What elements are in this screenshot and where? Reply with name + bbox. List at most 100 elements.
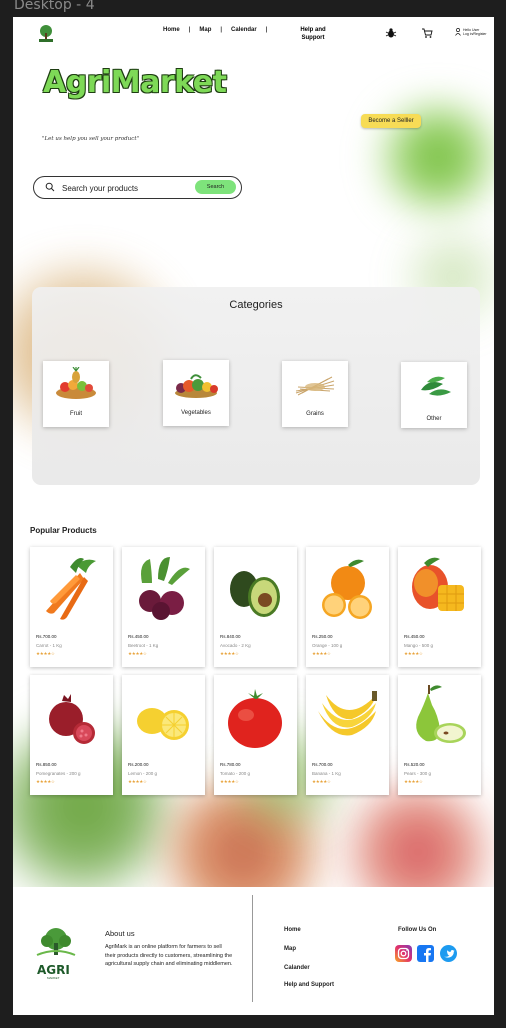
login-link[interactable]: Hello User Log in/Register <box>463 28 487 36</box>
category-vegetables[interactable]: Vegetables <box>163 360 229 426</box>
product-price: Rs.520.00 <box>404 762 425 767</box>
product-name: Beetroot - 1 Kg <box>128 643 159 648</box>
grains-icon <box>295 376 335 396</box>
avocado-icon <box>230 571 280 617</box>
product-name: Mango - 500 g <box>404 643 434 648</box>
category-other[interactable]: Other <box>401 362 467 428</box>
nav-home[interactable]: Home <box>163 27 180 33</box>
category-grains[interactable]: Grains <box>282 361 348 427</box>
footer-logo-sub: MARKET <box>47 976 60 980</box>
nav-separator: | <box>188 27 191 33</box>
search-bar: Search <box>33 176 242 199</box>
about-us-title: About us <box>105 929 135 938</box>
categories-title: Categories <box>229 299 283 311</box>
login-register[interactable]: Log in/Register <box>463 32 487 36</box>
pear-icon <box>416 685 466 743</box>
product-rating: ★★★★☆ <box>128 779 147 784</box>
page: Home | Map | Calendar | Help and Support… <box>13 17 494 1015</box>
nav-links: Home | Map | Calendar | <box>163 27 276 33</box>
tomato-icon <box>228 689 282 748</box>
brand-title: AgriMarket <box>43 65 227 100</box>
search-input[interactable] <box>60 181 194 195</box>
cart-icon[interactable] <box>421 27 433 39</box>
product-card[interactable]: Rs.840.00 Avocado - 2 Kg ★★★★☆ <box>214 547 297 667</box>
product-name: Tomato - 200 g <box>220 771 251 776</box>
footer-logo-text: AGRI <box>37 963 70 977</box>
facebook-icon[interactable] <box>417 945 434 962</box>
product-name: Lemon - 200 g <box>128 771 158 776</box>
about-us-text: AgriMark is an online platform for farme… <box>105 944 233 967</box>
product-rating: ★★★★☆ <box>404 651 423 656</box>
product-card[interactable]: Rs.250.00 Orange - 100 g ★★★★☆ <box>306 547 389 667</box>
category-label: Grains <box>306 411 324 417</box>
carrot-icon <box>46 558 96 620</box>
bug-icon[interactable] <box>385 27 397 39</box>
follow-us-title: Follow Us On <box>398 927 437 933</box>
search-button[interactable]: Search <box>195 180 236 194</box>
nav-help-support[interactable]: Help and Support <box>295 26 331 42</box>
product-card[interactable]: Rs.520.00 Pears - 300 g ★★★★☆ <box>398 675 481 795</box>
twitter-icon[interactable] <box>440 945 457 962</box>
product-card[interactable]: Rs.450.00 Mango - 500 g ★★★★☆ <box>398 547 481 667</box>
product-price: Rs.450.00 <box>128 634 149 639</box>
nav-map[interactable]: Map <box>199 27 211 33</box>
nav-separator: | <box>220 27 223 33</box>
product-price: Rs.700.00 <box>312 762 333 767</box>
footer-link-map[interactable]: Map <box>284 946 296 952</box>
product-name: Orange - 100 g <box>312 643 343 648</box>
nav-separator: | <box>265 27 268 33</box>
product-rating: ★★★★☆ <box>404 779 423 784</box>
product-card[interactable]: Rs.700.00 Carrot - 1 Kg ★★★★☆ <box>30 547 113 667</box>
product-rating: ★★★★☆ <box>220 651 239 656</box>
product-price: Rs.840.00 <box>220 634 241 639</box>
product-name: Avocado - 2 Kg <box>220 643 251 648</box>
product-name: Banana - 1 Kg <box>312 771 341 776</box>
category-label: Other <box>426 416 442 422</box>
product-rating: ★★★★☆ <box>36 651 55 656</box>
product-price: Rs.700.00 <box>36 634 57 639</box>
product-rating: ★★★★☆ <box>128 651 147 656</box>
popular-products-title: Popular Products <box>30 526 97 535</box>
categories-panel: Categories Fruit Vegetables Grains Other <box>32 287 480 485</box>
product-price: Rs.450.00 <box>404 634 425 639</box>
product-name: Pomegranates - 200 g <box>36 771 81 776</box>
orange-icon <box>322 559 372 619</box>
product-card[interactable]: Rs.850.00 Pomegranates - 200 g ★★★★☆ <box>30 675 113 795</box>
frame-label: Desktop - 4 <box>14 0 95 13</box>
search-icon <box>45 182 55 192</box>
nav-calendar[interactable]: Calendar <box>231 27 257 33</box>
user-icon[interactable] <box>455 28 461 36</box>
top-nav: Home | Map | Calendar | Help and Support… <box>13 17 494 51</box>
fruit-basket-icon <box>56 367 96 399</box>
product-name: Carrot - 1 Kg <box>36 643 62 648</box>
product-card[interactable]: Rs.780.00 Tomato - 200 g ★★★★☆ <box>214 675 297 795</box>
instagram-icon[interactable] <box>395 945 412 962</box>
logo-icon[interactable] <box>35 23 57 45</box>
footer-link-help[interactable]: Help and Support <box>284 982 334 988</box>
product-card[interactable]: Rs.700.00 Banana - 1 Kg ★★★★☆ <box>306 675 389 795</box>
product-rating: ★★★★☆ <box>36 779 55 784</box>
banana-icon <box>318 691 377 736</box>
product-card[interactable]: Rs.200.00 Lemon - 200 g ★★★★☆ <box>122 675 205 795</box>
pomegranate-icon <box>49 694 95 744</box>
footer-divider <box>252 895 253 1002</box>
beetroot-icon <box>139 557 190 620</box>
tagline: "Let us help you sell your product" <box>42 136 140 142</box>
category-label: Vegetables <box>181 410 211 416</box>
category-label: Fruit <box>70 411 82 417</box>
leaves-icon <box>421 376 451 396</box>
mango-icon <box>412 557 464 611</box>
footer-link-home[interactable]: Home <box>284 927 301 933</box>
footer: AGRI MARKET About us AgriMark is an onli… <box>13 887 494 1015</box>
product-name: Pears - 300 g <box>404 771 432 776</box>
product-price: Rs.200.00 <box>128 762 149 767</box>
product-price: Rs.850.00 <box>36 762 57 767</box>
footer-link-calendar[interactable]: Calander <box>284 965 310 971</box>
product-price: Rs.780.00 <box>220 762 241 767</box>
become-seller-button[interactable]: Become a Selller <box>361 114 421 128</box>
category-fruit[interactable]: Fruit <box>43 361 109 427</box>
product-card[interactable]: Rs.450.00 Beetroot - 1 Kg ★★★★☆ <box>122 547 205 667</box>
product-rating: ★★★★☆ <box>312 779 331 784</box>
product-rating: ★★★★☆ <box>220 779 239 784</box>
product-price: Rs.250.00 <box>312 634 333 639</box>
